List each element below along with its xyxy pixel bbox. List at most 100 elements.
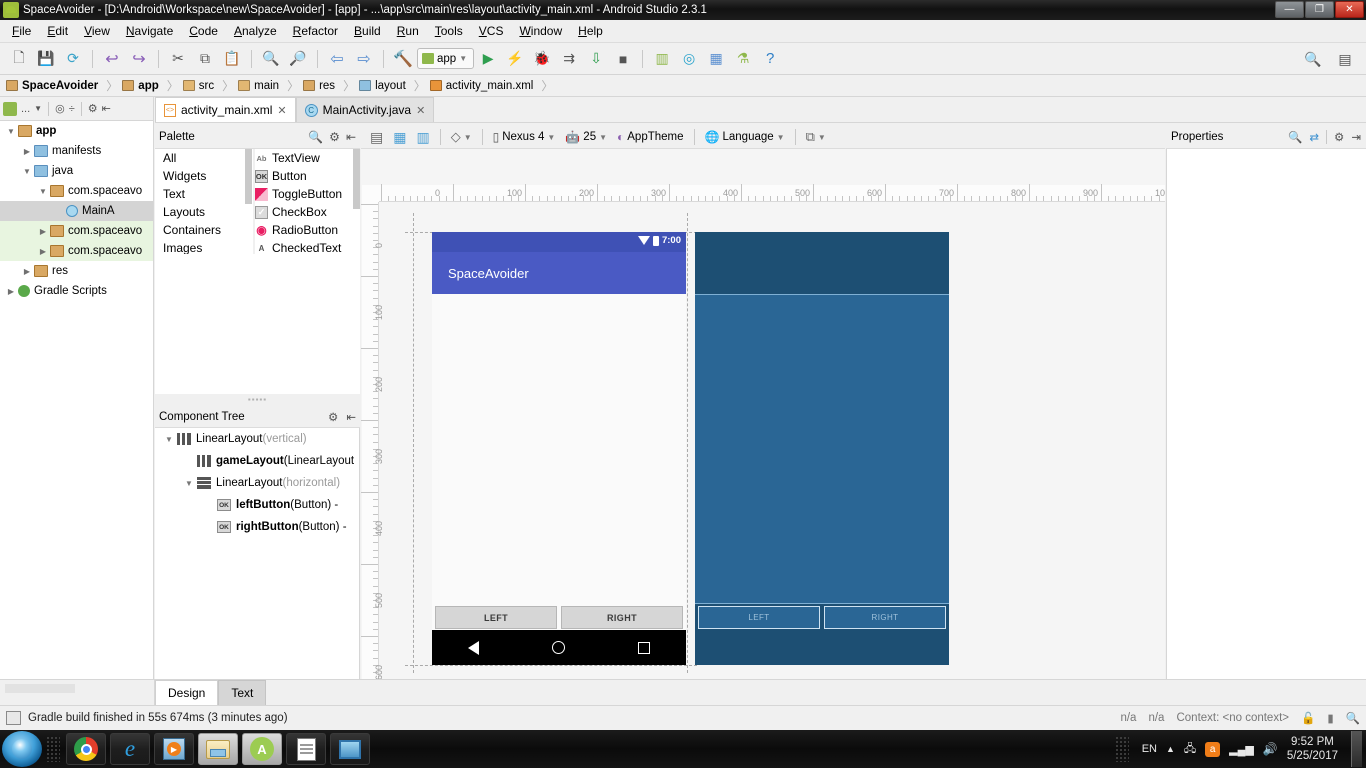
palette-widget-textview[interactable]: Ab TextView xyxy=(255,149,360,167)
project-tree-node[interactable]: ▼ java xyxy=(0,161,153,181)
menu-code[interactable]: Code xyxy=(181,22,226,40)
language-selector[interactable]: 🌐 Language ▼ xyxy=(701,129,789,145)
breadcrumb-item-layout[interactable]: layout 〉 xyxy=(359,77,430,94)
device-selector[interactable]: ▯ Nexus 4 ▼ xyxy=(489,129,560,145)
run-configuration-selector[interactable]: app ▼ xyxy=(417,48,475,69)
component-tree-node[interactable]: OK leftButton (Button) - xyxy=(155,494,359,516)
expand-arrow-icon[interactable]: ▶ xyxy=(4,287,18,296)
expand-arrow-icon[interactable]: ▶ xyxy=(20,267,34,276)
search-everywhere-icon[interactable]: 🔍 xyxy=(1300,47,1326,71)
hide-panel-icon[interactable]: ⇤ xyxy=(346,130,356,144)
palette-category-all[interactable]: All xyxy=(155,149,253,167)
palette-widget-scrollbar[interactable] xyxy=(353,149,360,254)
design-mode-icon[interactable]: ▤ xyxy=(366,128,387,147)
search-icon[interactable]: 🔍 xyxy=(308,130,323,144)
file-tab-mainactivity-java[interactable]: C MainActivity.java ✕ xyxy=(295,97,435,122)
start-orb[interactable] xyxy=(2,731,42,767)
media-player-icon[interactable]: ▶ xyxy=(154,733,194,765)
palette-widget-list[interactable]: Ab TextView OK Button ToggleButton ✓ CheckBox ◉… xyxy=(255,149,360,254)
menu-refactor[interactable]: Refactor xyxy=(285,22,346,40)
debug-icon[interactable]: 🐞 xyxy=(529,47,555,71)
clock[interactable]: 9:52 PM 5/25/2017 xyxy=(1287,735,1338,763)
palette-widget-togglebutton[interactable]: ToggleButton xyxy=(255,185,360,203)
run-icon[interactable]: ▶ xyxy=(475,47,501,71)
game-layout-area[interactable] xyxy=(432,294,686,604)
breadcrumb-item-activity-main-xml[interactable]: activity_main.xml 〉 xyxy=(429,77,558,94)
build-icon[interactable]: 🔨 xyxy=(390,47,416,71)
close-button[interactable]: ✕ xyxy=(1335,1,1364,18)
show-hidden-icons[interactable]: ▲ xyxy=(1166,744,1175,754)
stop-icon[interactable]: ■ xyxy=(610,47,636,71)
show-desktop-button[interactable] xyxy=(1351,731,1362,767)
breadcrumb-item-spaceavoider[interactable]: SpaceAvoider 〉 xyxy=(6,77,122,94)
palette-category-list[interactable]: All Widgets Text Layouts Containers Images xyxy=(155,149,253,254)
sort-icon[interactable]: ⇄ xyxy=(1309,130,1319,144)
minimize-button[interactable]: — xyxy=(1275,1,1304,18)
memory-icon[interactable]: ▮ xyxy=(1327,711,1333,725)
orientation-selector[interactable]: ◇ ▼ xyxy=(447,128,476,146)
volume-icon[interactable]: 🔊 xyxy=(1263,742,1278,756)
save-all-icon[interactable]: 💾 xyxy=(33,47,59,71)
theme-editor-icon[interactable]: ⚗ xyxy=(730,47,756,71)
sync-icon[interactable]: ⟳ xyxy=(60,47,86,71)
menu-build[interactable]: Build xyxy=(346,22,389,40)
paste-icon[interactable]: 📋 xyxy=(219,47,245,71)
collapse-all-icon[interactable]: ÷ xyxy=(69,103,75,115)
back-icon[interactable]: ⇦ xyxy=(324,47,350,71)
breadcrumb-item-app[interactable]: app 〉 xyxy=(122,77,182,94)
new-file-icon[interactable]: 🗋 xyxy=(6,47,32,71)
component-tree-node[interactable]: gameLayout (LinearLayout xyxy=(155,450,359,472)
network-icon[interactable]: 🖧 xyxy=(1184,740,1196,759)
blueprint-left-button[interactable]: LEFT xyxy=(698,606,820,629)
breadcrumb-item-res[interactable]: res 〉 xyxy=(303,77,359,94)
avd-manager-icon[interactable]: ◎ xyxy=(676,47,702,71)
redo-icon[interactable]: ↪ xyxy=(126,47,152,71)
chrome-icon[interactable] xyxy=(66,733,106,765)
project-view-selector-label[interactable]: ... xyxy=(21,103,30,115)
internet-explorer-icon[interactable]: e xyxy=(110,733,150,765)
palette-category-text[interactable]: Text xyxy=(155,185,253,203)
hide-panel-icon[interactable]: ⇥ xyxy=(1351,130,1361,144)
project-tree-node[interactable]: ▶ com.spaceavo xyxy=(0,241,153,261)
blueprint-mode-icon[interactable]: ▦ xyxy=(389,128,410,147)
expand-arrow-icon[interactable]: ▶ xyxy=(20,147,34,156)
taskbar-grip[interactable] xyxy=(46,736,60,762)
menu-navigate[interactable]: Navigate xyxy=(118,22,181,40)
android-studio-icon[interactable]: A xyxy=(242,733,282,765)
language-indicator[interactable]: EN xyxy=(1142,743,1157,755)
find-icon[interactable]: 🔍 xyxy=(258,47,284,71)
palette-widget-button[interactable]: OK Button xyxy=(255,167,360,185)
menu-analyze[interactable]: Analyze xyxy=(226,22,285,40)
help-icon[interactable]: ? xyxy=(757,47,783,71)
theme-selector[interactable]: ◐ AppTheme xyxy=(613,129,688,145)
hide-panel-icon[interactable]: ⇤ xyxy=(102,102,111,115)
breadcrumb-item-main[interactable]: main 〉 xyxy=(238,77,303,94)
file-tab-activity-main-xml[interactable]: <> activity_main.xml ✕ xyxy=(155,97,296,122)
copy-icon[interactable]: ⧉ xyxy=(192,47,218,71)
panel-resize-grip[interactable]: ▪▪▪▪▪ xyxy=(155,394,360,405)
forward-icon[interactable]: ⇨ xyxy=(351,47,377,71)
palette-category-widgets[interactable]: Widgets xyxy=(155,167,253,185)
project-tree[interactable]: ▼ app ▶ manifests ▼ java ▼ com.spaceavo MainA ▶ co… xyxy=(0,121,154,679)
component-tree-node[interactable]: ▼ LinearLayout (horizontal) xyxy=(155,472,359,494)
palette-widget-checkedtext[interactable]: A CheckedText xyxy=(255,239,360,254)
project-tree-node[interactable]: MainA xyxy=(0,201,153,221)
profile-icon[interactable]: ⇩ xyxy=(583,47,609,71)
menu-vcs[interactable]: VCS xyxy=(471,22,512,40)
lock-icon[interactable]: 🔓 xyxy=(1301,711,1315,725)
menu-help[interactable]: Help xyxy=(570,22,611,40)
close-icon[interactable]: ✕ xyxy=(416,104,425,117)
layout-switch-icon[interactable]: ▤ xyxy=(1332,47,1358,71)
collapse-arrow-icon[interactable]: ▼ xyxy=(181,479,197,488)
component-tree-node[interactable]: OK rightButton (Button) - xyxy=(155,516,359,538)
tray-grip[interactable] xyxy=(1114,736,1129,762)
design-canvas[interactable]: 0 100 200 300 400 500 600 700 800 900 1000 0 100 200… xyxy=(361,149,1165,679)
component-tree-node[interactable]: ▼ LinearLayout (vertical) xyxy=(155,428,359,450)
menu-window[interactable]: Window xyxy=(511,22,570,40)
photo-viewer-icon[interactable] xyxy=(330,733,370,765)
replace-icon[interactable]: 🔎 xyxy=(285,47,311,71)
blueprint-right-button[interactable]: RIGHT xyxy=(824,606,946,629)
gear-icon[interactable]: ⚙ xyxy=(1334,130,1344,144)
layout-inspector-icon[interactable]: ▦ xyxy=(703,47,729,71)
notepad-icon[interactable] xyxy=(286,733,326,765)
